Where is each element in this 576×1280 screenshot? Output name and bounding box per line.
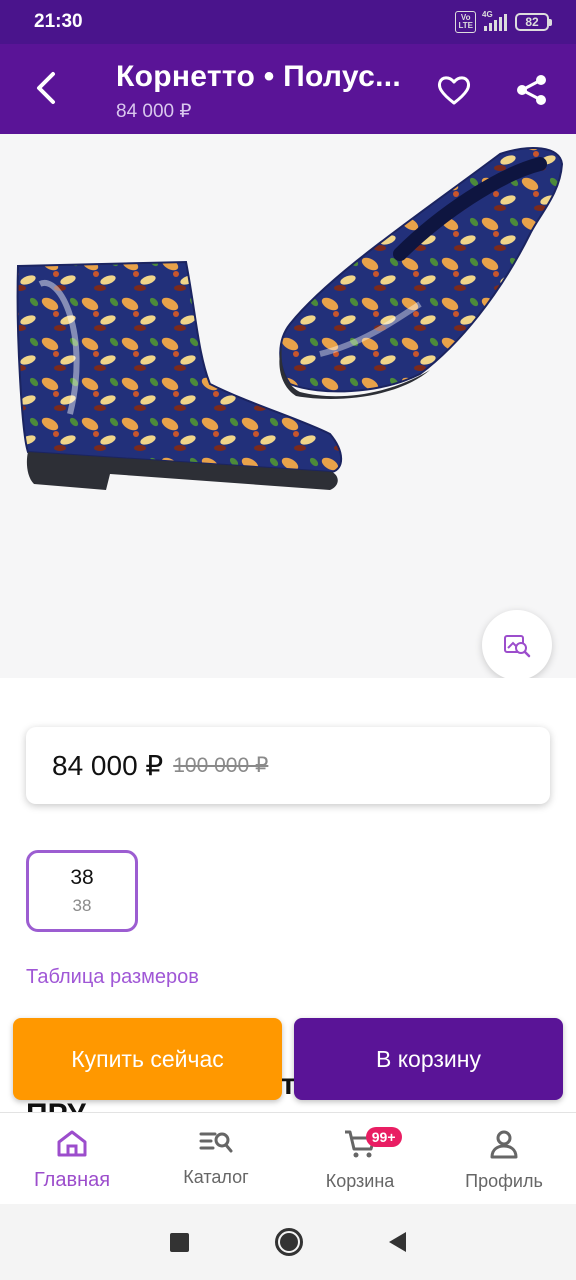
size-table-link[interactable]: Таблица размеров [26, 966, 199, 989]
image-search-icon [504, 635, 531, 658]
nav-item-cart[interactable]: 99+ Корзина [288, 1113, 432, 1204]
product-image[interactable] [0, 134, 576, 678]
recents-icon[interactable] [170, 1232, 189, 1252]
page-title: Корнетто • Полус... [116, 60, 401, 93]
rubber-boots-image [16, 147, 564, 490]
catalog-search-icon [199, 1132, 233, 1153]
nav-label-home: Главная [33, 1169, 111, 1191]
nav-item-catalog[interactable]: Каталог [144, 1113, 288, 1204]
nav-label-cart: Корзина [325, 1171, 395, 1191]
back-system-icon[interactable] [389, 1232, 406, 1252]
share-button[interactable] [510, 68, 554, 112]
home-icon [57, 1130, 87, 1157]
old-price: 100 000 ₽ [173, 754, 269, 777]
volte-icon: Vo LTE [455, 11, 476, 33]
profile-icon [490, 1130, 518, 1159]
nav-item-home[interactable]: Главная [0, 1113, 144, 1204]
favorite-button[interactable] [432, 68, 476, 112]
nav-label-profile: Профиль [465, 1171, 543, 1191]
buy-now-button[interactable]: Купить сейчас [13, 1018, 282, 1100]
size-label: 38 [70, 866, 94, 889]
nav-label-catalog: Каталог [183, 1167, 249, 1187]
price-card: 84 000 ₽ 100 000 ₽ [26, 727, 550, 804]
app-bar: Корнетто • Полус... 84 000 ₽ [0, 44, 576, 134]
size-option-selected[interactable]: 38 38 [26, 850, 138, 932]
battery-level: 82 [515, 13, 549, 31]
back-button[interactable] [26, 68, 66, 108]
chevron-left-icon [37, 72, 55, 104]
add-to-cart-button[interactable]: В корзину [294, 1018, 563, 1100]
status-bar: 21:30 Vo LTE 4G 82 [0, 0, 576, 44]
heart-outline-icon [437, 76, 471, 105]
system-navigation-bar [0, 1204, 576, 1280]
home-system-icon[interactable] [275, 1228, 303, 1256]
status-icons: Vo LTE 4G 82 [455, 10, 552, 33]
size-sublabel: 38 [72, 896, 92, 915]
nav-item-profile[interactable]: Профиль [432, 1113, 576, 1204]
bottom-navigation: Главная Каталог 99+ Корзина Профиль [0, 1112, 576, 1204]
signal-icon: 4G [482, 10, 507, 31]
zoom-image-button[interactable] [482, 610, 552, 678]
current-price: 84 000 ₽ [52, 750, 164, 781]
status-time: 21:30 [34, 11, 83, 32]
page-subtitle-price: 84 000 ₽ [116, 101, 192, 122]
cart-badge: 99+ [365, 1127, 402, 1147]
share-icon [517, 75, 546, 105]
battery-icon: 82 [515, 13, 552, 31]
